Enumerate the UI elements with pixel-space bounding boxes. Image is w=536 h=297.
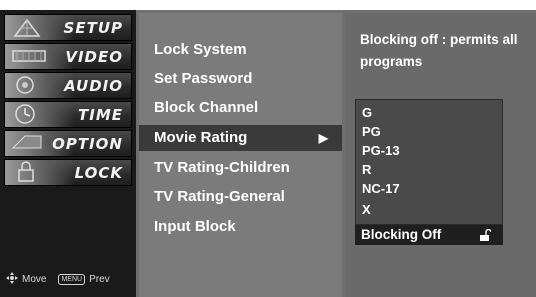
submenu-arrow-icon: ▶ <box>318 131 328 145</box>
menu-item-tv-rating-children[interactable]: TV Rating-Children <box>139 155 342 181</box>
category-label: TIME <box>78 106 123 124</box>
category-label: SETUP <box>63 19 123 37</box>
navigation-hint: Move MENU Prev <box>6 270 134 288</box>
tv-menu-screen: SETUP VIDEO AUDIO TIME OPTION LOCK Move … <box>0 10 536 297</box>
lock-menu-panel: Lock System Set Password Block Channel M… <box>139 13 342 297</box>
category-setup[interactable]: SETUP <box>4 14 132 41</box>
rating-option-pg13[interactable]: PG-13 <box>362 143 400 158</box>
category-time[interactable]: TIME <box>4 101 132 128</box>
rating-description: Blocking off : permits all programs <box>360 29 536 73</box>
menu-item-label: Input Block <box>154 218 236 235</box>
prev-hint-label: Prev <box>89 273 110 285</box>
unlocked-padlock-icon <box>479 228 492 248</box>
menu-item-label: TV Rating-General <box>154 188 285 205</box>
rating-option-nc17[interactable]: NC-17 <box>362 181 400 196</box>
blocking-off-label: Blocking Off <box>361 227 442 242</box>
menu-item-block-channel[interactable]: Block Channel <box>139 95 342 121</box>
rating-option-g[interactable]: G <box>362 105 372 120</box>
menu-item-set-password[interactable]: Set Password <box>139 66 342 92</box>
rating-list: G PG PG-13 R NC-17 X <box>355 99 503 225</box>
move-hint-label: Move <box>22 273 47 285</box>
menu-item-tv-rating-general[interactable]: TV Rating-General <box>139 184 342 210</box>
menu-item-label: Set Password <box>154 70 253 87</box>
description-line: programs <box>360 54 423 69</box>
rating-option-r[interactable]: R <box>362 162 371 177</box>
description-line: Blocking off : permits all <box>360 32 518 47</box>
menu-item-input-block[interactable]: Input Block <box>139 214 342 240</box>
move-arrows-icon <box>6 271 18 287</box>
category-sidebar: SETUP VIDEO AUDIO TIME OPTION LOCK Move … <box>0 10 136 297</box>
category-audio[interactable]: AUDIO <box>4 72 132 99</box>
category-label: AUDIO <box>64 77 123 95</box>
clock-icon <box>5 102 75 127</box>
category-lock[interactable]: LOCK <box>4 159 132 186</box>
movie-rating-panel: Blocking off : permits all programs G PG… <box>345 13 536 297</box>
category-label: VIDEO <box>65 48 123 66</box>
category-video[interactable]: VIDEO <box>4 43 132 70</box>
blocking-off-option[interactable]: Blocking Off <box>355 225 503 245</box>
menu-item-lock-system[interactable]: Lock System <box>139 37 342 63</box>
menu-item-label: TV Rating-Children <box>154 159 290 176</box>
menu-item-label: Block Channel <box>154 99 259 116</box>
category-label: OPTION <box>52 135 123 153</box>
padlock-icon <box>5 160 75 185</box>
rating-option-pg[interactable]: PG <box>362 124 381 139</box>
menu-item-label: Movie Rating <box>154 129 248 146</box>
category-label: LOCK <box>74 164 123 182</box>
menu-key-icon: MENU <box>58 273 86 285</box>
menu-item-label: Lock System <box>154 41 247 58</box>
menu-item-movie-rating[interactable]: Movie Rating ▶ <box>139 125 342 151</box>
rating-option-x[interactable]: X <box>362 202 371 217</box>
category-option[interactable]: OPTION <box>4 130 132 157</box>
